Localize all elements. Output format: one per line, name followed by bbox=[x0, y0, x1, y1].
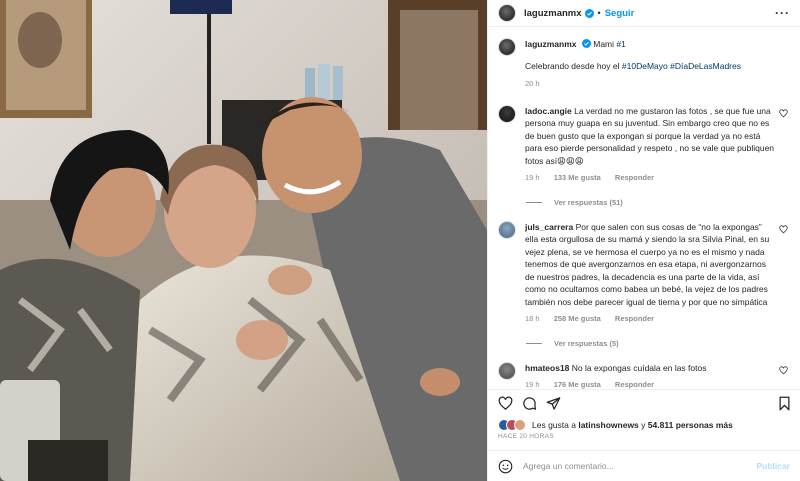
heart-icon[interactable] bbox=[779, 365, 788, 375]
replies-divider bbox=[526, 201, 542, 203]
comment-text: No la expongas cuídala en las fotos bbox=[571, 362, 707, 373]
add-comment-bar: Agrega un comentario... Publicar bbox=[488, 450, 800, 481]
view-replies-button[interactable]: Ver respuestas (5) bbox=[526, 339, 790, 348]
likes-count[interactable]: 54.811 personas más bbox=[648, 420, 733, 430]
comment-body: ladoc.angie La verdad no me gustaron las… bbox=[525, 105, 775, 185]
heart-icon[interactable] bbox=[779, 224, 788, 234]
comment-likes[interactable]: 258 Me gusta bbox=[554, 314, 601, 323]
separator-dot: • bbox=[597, 8, 601, 18]
comment-text: Por que salen con sus cosas de “no la ex… bbox=[525, 221, 770, 307]
verified-badge-icon bbox=[581, 39, 591, 48]
comment-input[interactable]: Agrega un comentario... bbox=[523, 461, 756, 471]
caption-text: Mami bbox=[593, 39, 615, 49]
instagram-post-modal: laguzmanmx • Seguir ··· laguzmanmx Mami … bbox=[0, 0, 800, 481]
comment-item: hmateos18 No la expongas cuídala en las … bbox=[498, 361, 790, 390]
comment-username[interactable]: ladoc.angie bbox=[525, 106, 572, 116]
reply-button[interactable]: Responder bbox=[615, 173, 654, 182]
comment-username[interactable]: hmateos18 bbox=[525, 363, 569, 373]
heart-icon[interactable] bbox=[779, 108, 788, 118]
comment-meta: 19 h 176 Me gusta Responder bbox=[525, 379, 775, 389]
hashtag-link[interactable]: #10DeMayo bbox=[622, 61, 668, 71]
comment-likes[interactable]: 133 Me gusta bbox=[554, 173, 601, 182]
hashtag-link[interactable]: #1 bbox=[616, 39, 625, 49]
header-username[interactable]: laguzmanmx bbox=[524, 8, 582, 19]
view-replies-label: Ver respuestas (51) bbox=[554, 197, 623, 207]
comment-time: 19 h bbox=[525, 380, 540, 389]
publish-button[interactable]: Publicar bbox=[756, 461, 790, 471]
comment-bubble-icon[interactable] bbox=[522, 396, 537, 411]
more-horizontal-icon[interactable]: ··· bbox=[775, 6, 790, 20]
avatar[interactable] bbox=[498, 4, 516, 22]
liker-avatars[interactable] bbox=[498, 419, 526, 431]
hashtag-link[interactable]: #DíaDeLasMadres bbox=[670, 61, 741, 71]
reply-button[interactable]: Responder bbox=[615, 314, 654, 323]
view-replies-label: Ver respuestas (5) bbox=[554, 338, 619, 348]
comment-body: juls_carrera Por que salen con sus cosas… bbox=[525, 221, 775, 326]
comment-username[interactable]: juls_carrera bbox=[525, 222, 573, 232]
caption-body: laguzmanmx Mami #1 Celebrando desde hoy … bbox=[525, 38, 741, 91]
avatar bbox=[514, 419, 526, 431]
comments-section[interactable]: laguzmanmx Mami #1 Celebrando desde hoy … bbox=[488, 27, 800, 389]
comment-meta: 19 h 133 Me gusta Responder bbox=[525, 172, 775, 185]
post-caption: laguzmanmx Mami #1 Celebrando desde hoy … bbox=[498, 38, 790, 91]
posted-time: HACE 20 HORAS bbox=[498, 433, 554, 440]
likes-summary: Les gusta a latinshownews y 54.811 perso… bbox=[488, 417, 800, 433]
avatar[interactable] bbox=[498, 220, 516, 239]
post-header: laguzmanmx • Seguir ··· bbox=[488, 0, 800, 27]
follow-button[interactable]: Seguir bbox=[605, 8, 635, 19]
comment-item: juls_carrera Por que salen con sus cosas… bbox=[498, 220, 790, 326]
caption-text: Celebrando desde hoy el bbox=[525, 60, 620, 71]
caption-username[interactable]: laguzmanmx bbox=[525, 39, 577, 49]
comment-time: 19 h bbox=[525, 173, 540, 182]
comment-meta: 18 h 258 Me gusta Responder bbox=[525, 313, 775, 326]
liker-username[interactable]: latinshownews bbox=[578, 420, 638, 430]
comment-time: 18 h bbox=[525, 314, 540, 323]
view-replies-button[interactable]: Ver respuestas (51) bbox=[526, 198, 790, 207]
post-actions-bar bbox=[488, 389, 800, 417]
comment-item: ladoc.angie La verdad no me gustaron las… bbox=[498, 104, 790, 185]
comment-body: hmateos18 No la expongas cuídala en las … bbox=[525, 362, 775, 390]
bookmark-icon[interactable] bbox=[777, 396, 792, 411]
comment-likes[interactable]: 176 Me gusta bbox=[554, 380, 601, 389]
likes-conjunction: y bbox=[641, 420, 646, 430]
avatar[interactable] bbox=[498, 38, 516, 56]
avatar[interactable] bbox=[498, 104, 516, 123]
reply-button[interactable]: Responder bbox=[615, 380, 654, 389]
post-photo[interactable] bbox=[0, 0, 487, 481]
emoji-smiley-icon[interactable] bbox=[498, 459, 513, 474]
replies-divider bbox=[526, 342, 542, 344]
photo-illustration bbox=[0, 0, 487, 481]
caption-time: 20 h bbox=[525, 79, 540, 88]
post-sidebar: laguzmanmx • Seguir ··· laguzmanmx Mami … bbox=[487, 0, 800, 481]
caption-line-2: Celebrando desde hoy el #10DeMayo #DíaDe… bbox=[525, 60, 741, 73]
caption-line-1: laguzmanmx Mami #1 bbox=[525, 38, 741, 51]
avatar[interactable] bbox=[498, 361, 516, 380]
verified-badge-icon bbox=[584, 8, 594, 18]
likes-prefix: Les gusta a bbox=[532, 420, 576, 430]
like-heart-icon[interactable] bbox=[498, 396, 513, 411]
share-paper-plane-icon[interactable] bbox=[546, 396, 561, 411]
